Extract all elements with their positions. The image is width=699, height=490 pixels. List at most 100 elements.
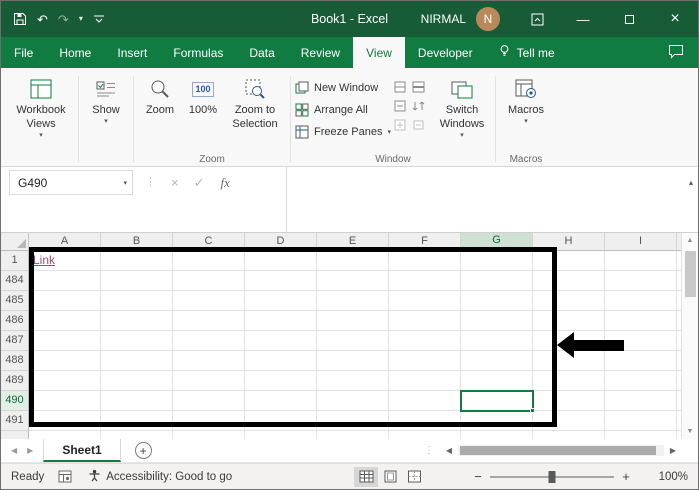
new-window-button[interactable]: New Window xyxy=(295,77,391,98)
column-header-a[interactable]: A xyxy=(29,233,101,250)
row-header-490[interactable]: 490 xyxy=(1,391,28,411)
show-label: Show xyxy=(92,104,120,118)
comments-button[interactable] xyxy=(654,37,698,68)
horizontal-scroll-track[interactable] xyxy=(458,445,664,456)
insert-function-button[interactable]: fx xyxy=(221,170,230,195)
close-button[interactable]: × xyxy=(652,1,698,37)
normal-view-button[interactable] xyxy=(354,467,378,487)
macro-record-button[interactable] xyxy=(58,470,72,483)
zoom-percentage[interactable]: 100% xyxy=(644,471,688,483)
page-break-preview-button[interactable] xyxy=(402,467,426,487)
chevron-down-icon: ▾ xyxy=(104,118,108,127)
zoom-slider-track[interactable] xyxy=(490,476,614,478)
workbook-views-button[interactable]: Workbook Views ▾ xyxy=(8,73,74,143)
zoom-100-button[interactable]: 100 100% xyxy=(182,73,224,121)
view-side-by-side-button[interactable] xyxy=(411,80,425,94)
horizontal-scroll-thumb[interactable] xyxy=(460,446,656,455)
fill-handle[interactable] xyxy=(530,408,535,413)
user-name[interactable]: NIRMAL xyxy=(421,12,466,26)
split-button[interactable] xyxy=(393,80,407,94)
save-icon[interactable] xyxy=(13,12,27,26)
row-header-489[interactable]: 489 xyxy=(1,371,28,391)
zoom-to-selection-button[interactable]: Zoom to Selection xyxy=(224,73,286,135)
tab-home[interactable]: Home xyxy=(46,37,104,68)
zoom-in-button[interactable]: + xyxy=(616,469,636,484)
horizontal-scrollbar[interactable]: ◀ ▶ xyxy=(442,439,698,462)
row-header-491[interactable]: 491 xyxy=(1,411,28,431)
name-box[interactable]: G490 ▾ xyxy=(9,170,133,195)
arrange-all-button[interactable]: Arrange All xyxy=(295,99,391,120)
name-box-dropdown-icon[interactable]: ▾ xyxy=(123,179,127,187)
sheet-tab-sheet1[interactable]: Sheet1 xyxy=(43,439,120,462)
synchronous-scrolling-button[interactable] xyxy=(411,99,425,113)
group-divider xyxy=(78,76,79,162)
cell-a1-link[interactable]: Link xyxy=(33,253,55,267)
accessibility-status[interactable]: Accessibility: Good to go xyxy=(88,469,232,485)
scroll-left-icon[interactable]: ◀ xyxy=(442,446,456,455)
row-header-486[interactable]: 486 xyxy=(1,311,28,331)
column-header-e[interactable]: E xyxy=(317,233,389,250)
tell-me-box[interactable]: Tell me xyxy=(486,37,567,68)
row-header-487[interactable]: 487 xyxy=(1,331,28,351)
scroll-down-icon[interactable]: ▼ xyxy=(687,424,694,439)
unhide-button[interactable] xyxy=(393,118,407,132)
zoom-slider-thumb[interactable] xyxy=(549,471,556,483)
row-header-485[interactable]: 485 xyxy=(1,291,28,311)
column-header-c[interactable]: C xyxy=(173,233,245,250)
undo-icon[interactable]: ↶ xyxy=(37,13,48,26)
freeze-panes-button[interactable]: Freeze Panes ▾ xyxy=(295,121,391,142)
column-header-b[interactable]: B xyxy=(101,233,173,250)
avatar[interactable]: N xyxy=(476,7,500,31)
reset-window-position-button[interactable] xyxy=(411,118,425,132)
vertical-scrollbar[interactable]: ▲ ▼ xyxy=(681,233,698,439)
sheet-nav-left-icon[interactable]: ◀ xyxy=(11,446,17,455)
scroll-up-icon[interactable]: ▲ xyxy=(687,233,694,248)
formula-input[interactable]: ▴ xyxy=(286,167,698,232)
zoom-out-button[interactable]: − xyxy=(468,469,488,484)
tab-row-spacer xyxy=(567,37,654,68)
page-layout-view-button[interactable] xyxy=(378,467,402,487)
tab-file[interactable]: File xyxy=(1,37,46,68)
maximize-button[interactable] xyxy=(606,1,652,37)
vertical-scroll-thumb[interactable] xyxy=(685,251,696,297)
collapse-formula-bar-icon[interactable]: ▴ xyxy=(689,178,693,187)
row-header-488[interactable]: 488 xyxy=(1,351,28,371)
macros-label: Macros xyxy=(508,104,544,118)
tab-developer[interactable]: Developer xyxy=(405,37,486,68)
tab-formulas[interactable]: Formulas xyxy=(160,37,236,68)
tab-insert[interactable]: Insert xyxy=(104,37,160,68)
new-sheet-button[interactable]: + xyxy=(135,442,152,459)
tab-data[interactable]: Data xyxy=(236,37,287,68)
zoom-button[interactable]: Zoom xyxy=(138,73,182,121)
macros-button[interactable]: Macros ▾ xyxy=(500,73,552,130)
row-header-1[interactable]: 1 xyxy=(1,251,28,271)
sheet-nav-right-icon[interactable]: ▶ xyxy=(27,446,33,455)
row-header-484[interactable]: 484 xyxy=(1,271,28,291)
ribbon-display-options-button[interactable] xyxy=(514,1,560,37)
sheet-bar-splitter-icon[interactable]: ⋮ xyxy=(416,439,442,462)
column-header-h[interactable]: H xyxy=(533,233,605,250)
macros-group-label: Macros xyxy=(497,154,555,165)
tab-view[interactable]: View xyxy=(353,37,405,68)
scroll-right-icon[interactable]: ▶ xyxy=(666,446,680,455)
column-header-d[interactable]: D xyxy=(245,233,317,250)
ribbon-tab-row: File Home Insert Formulas Data Review Vi… xyxy=(1,37,698,68)
switch-windows-button[interactable]: Switch Windows ▾ xyxy=(433,73,491,143)
sheet-nav: ◀ ▶ xyxy=(1,439,43,462)
column-header-g[interactable]: G xyxy=(461,233,533,250)
hide-button[interactable] xyxy=(393,99,407,113)
qat-dropdown-icon[interactable]: ▾ xyxy=(79,15,83,23)
select-all-corner[interactable] xyxy=(1,233,29,250)
zoom-group-label: Zoom xyxy=(135,154,289,165)
minimize-button[interactable]: — xyxy=(560,1,606,37)
show-button[interactable]: Show ▾ xyxy=(83,73,129,130)
redo-icon[interactable]: ↷ xyxy=(58,13,69,26)
enter-icon[interactable]: ✓ xyxy=(194,170,205,195)
tab-review[interactable]: Review xyxy=(288,37,353,68)
cells-canvas[interactable]: Link xyxy=(29,251,681,439)
cancel-icon[interactable]: × xyxy=(171,170,179,195)
column-header-i[interactable]: I xyxy=(605,233,677,250)
column-header-f[interactable]: F xyxy=(389,233,461,250)
customize-qat-icon[interactable] xyxy=(93,13,105,25)
name-box-value: G490 xyxy=(18,176,47,190)
